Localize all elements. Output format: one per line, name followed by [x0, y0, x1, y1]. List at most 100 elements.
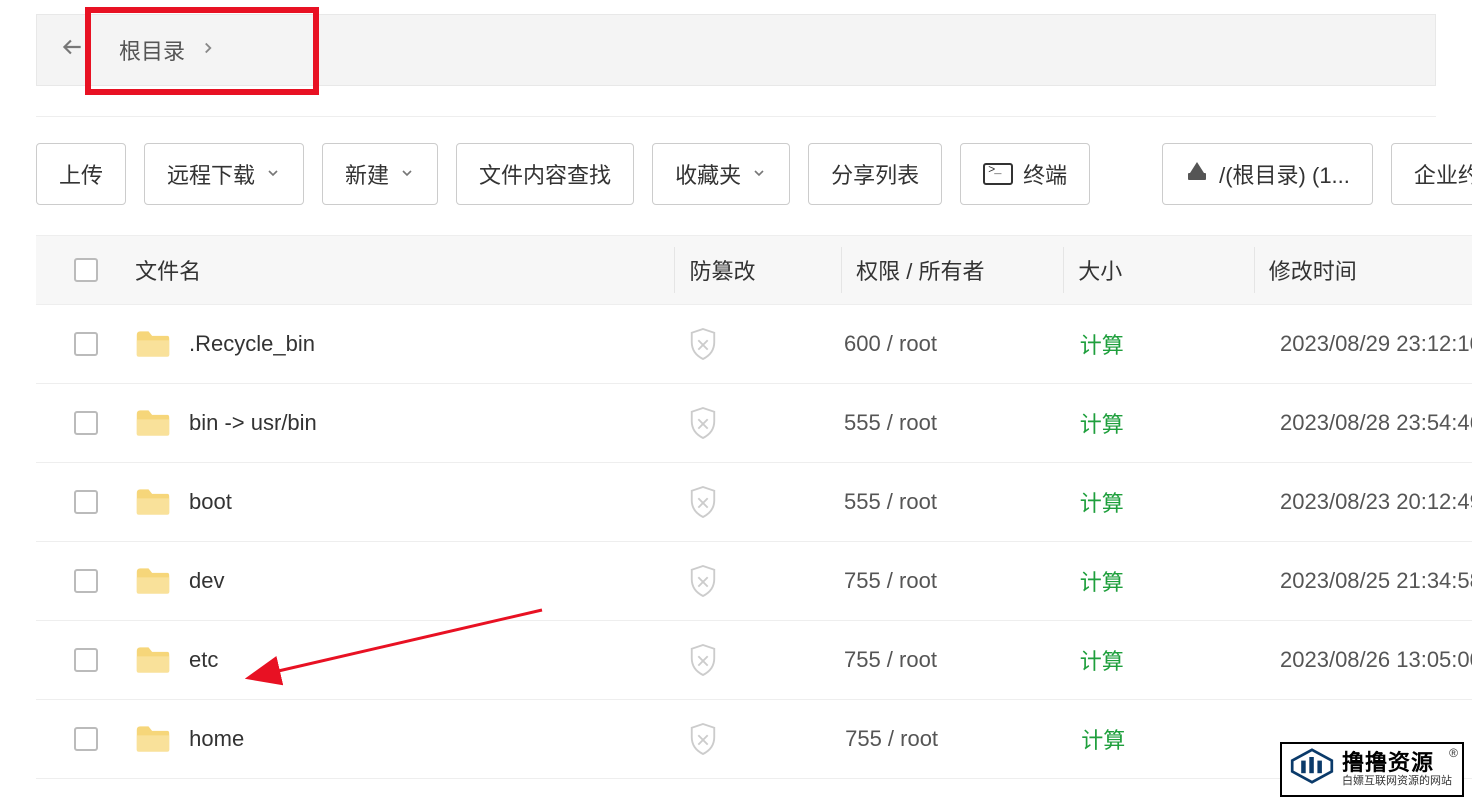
row-perm-cell[interactable]: 555 / root	[840, 489, 1062, 515]
row-size-cell: 计算	[1062, 486, 1252, 518]
table-row[interactable]: .Recycle_bin 600 / root 计算 2023/08/29 23…	[36, 305, 1472, 384]
row-mtime-cell: 2023/08/25 21:34:58	[1252, 568, 1472, 594]
row-size-cell: 计算	[1062, 644, 1252, 676]
header-mtime[interactable]: 修改时间	[1254, 247, 1472, 293]
row-perm-cell[interactable]: 755 / root	[840, 647, 1062, 673]
row-name-cell[interactable]: etc	[135, 645, 674, 675]
upload-button[interactable]: 上传	[36, 143, 126, 205]
shield-x-icon	[688, 485, 718, 519]
disk-selector-button[interactable]: /(根目录) (1...	[1162, 143, 1373, 205]
header-tamper[interactable]: 防篡改	[674, 247, 841, 293]
row-checkbox-cell	[36, 648, 135, 672]
compute-size-link[interactable]: 计算	[1081, 723, 1125, 755]
row-checkbox-cell	[36, 727, 135, 751]
compute-size-link[interactable]: 计算	[1080, 328, 1124, 360]
shield-x-icon	[688, 327, 718, 361]
row-checkbox[interactable]	[74, 569, 98, 593]
share-list-button[interactable]: 分享列表	[808, 143, 942, 205]
table-row[interactable]: bin -> usr/bin 555 / root 计算 2023/08/28 …	[36, 384, 1472, 463]
enterprise-label: 企业约	[1414, 158, 1472, 190]
compute-size-link[interactable]: 计算	[1080, 407, 1124, 439]
header-size[interactable]: 大小	[1063, 247, 1253, 293]
new-button[interactable]: 新建	[322, 143, 438, 205]
row-perm-cell[interactable]: 555 / root	[840, 410, 1062, 436]
header-filename[interactable]: 文件名	[135, 254, 674, 286]
folder-icon	[135, 408, 171, 438]
folder-icon	[135, 645, 171, 675]
divider	[36, 116, 1436, 117]
row-name-cell[interactable]: home	[135, 724, 674, 754]
row-checkbox[interactable]	[74, 727, 98, 751]
row-mtime-cell: 2023/08/23 20:12:49	[1252, 489, 1472, 515]
row-checkbox[interactable]	[74, 411, 98, 435]
row-checkbox-cell	[36, 411, 135, 435]
row-tamper-cell[interactable]	[674, 722, 841, 756]
table-row[interactable]: boot 555 / root 计算 2023/08/23 20:12:49	[36, 463, 1472, 542]
breadcrumb: 根目录	[36, 14, 1436, 86]
watermark-logo-icon	[1290, 748, 1334, 789]
file-table: 文件名 防篡改 权限 / 所有者 大小 修改时间 .Recycle_bin 60…	[36, 235, 1472, 779]
favorites-button[interactable]: 收藏夹	[652, 143, 790, 205]
row-checkbox[interactable]	[74, 332, 98, 356]
shield-x-icon	[688, 406, 718, 440]
breadcrumb-back-button[interactable]	[37, 15, 107, 85]
enterprise-button[interactable]: 企业约	[1391, 143, 1472, 205]
row-tamper-cell[interactable]	[674, 485, 840, 519]
compute-size-link[interactable]: 计算	[1080, 644, 1124, 676]
chevron-right-icon	[199, 37, 217, 63]
row-checkbox[interactable]	[74, 490, 98, 514]
watermark: ® 撸撸资源 白嫖互联网资源的网站	[1280, 742, 1464, 797]
row-tamper-cell[interactable]	[674, 406, 840, 440]
chevron-down-icon	[399, 165, 415, 184]
row-size-cell: 计算	[1063, 723, 1253, 755]
row-tamper-cell[interactable]	[674, 564, 840, 598]
row-filename: etc	[189, 647, 218, 673]
table-row[interactable]: dev 755 / root 计算 2023/08/25 21:34:58	[36, 542, 1472, 621]
select-all-checkbox[interactable]	[74, 258, 98, 282]
breadcrumb-root-label: 根目录	[119, 34, 185, 66]
table-header: 文件名 防篡改 权限 / 所有者 大小 修改时间	[36, 235, 1472, 305]
row-size-cell: 计算	[1062, 565, 1252, 597]
share-list-label: 分享列表	[831, 158, 919, 190]
folder-icon	[135, 329, 171, 359]
table-row[interactable]: home 755 / root 计算	[36, 700, 1472, 779]
row-mtime-cell: 2023/08/29 23:12:10	[1252, 331, 1472, 357]
upload-label: 上传	[59, 158, 103, 190]
row-tamper-cell[interactable]	[674, 643, 840, 677]
row-filename: boot	[189, 489, 232, 515]
remote-download-label: 远程下载	[167, 158, 255, 190]
chevron-down-icon	[265, 165, 281, 184]
row-name-cell[interactable]: dev	[135, 566, 674, 596]
row-size-cell: 计算	[1062, 328, 1252, 360]
compute-size-link[interactable]: 计算	[1080, 486, 1124, 518]
folder-icon	[135, 724, 171, 754]
terminal-label: 终端	[1023, 158, 1067, 190]
back-arrow-icon	[59, 34, 85, 67]
row-size-cell: 计算	[1062, 407, 1252, 439]
chevron-down-icon	[751, 165, 767, 184]
row-filename: .Recycle_bin	[189, 331, 315, 357]
row-filename: bin -> usr/bin	[189, 410, 317, 436]
compute-size-link[interactable]: 计算	[1080, 565, 1124, 597]
row-name-cell[interactable]: .Recycle_bin	[135, 329, 674, 359]
row-perm-cell[interactable]: 600 / root	[840, 331, 1062, 357]
row-mtime-cell: 2023/08/28 23:54:46	[1252, 410, 1472, 436]
row-perm-cell[interactable]: 755 / root	[841, 726, 1063, 752]
row-filename: home	[189, 726, 244, 752]
header-perm[interactable]: 权限 / 所有者	[841, 247, 1063, 293]
row-perm-cell[interactable]: 755 / root	[840, 568, 1062, 594]
folder-icon	[135, 487, 171, 517]
row-tamper-cell[interactable]	[674, 327, 840, 361]
favorites-label: 收藏夹	[675, 158, 741, 190]
row-name-cell[interactable]: boot	[135, 487, 674, 517]
row-name-cell[interactable]: bin -> usr/bin	[135, 408, 674, 438]
table-row[interactable]: etc 755 / root 计算 2023/08/26 13:05:00	[36, 621, 1472, 700]
remote-download-button[interactable]: 远程下载	[144, 143, 304, 205]
breadcrumb-root[interactable]: 根目录	[107, 15, 237, 85]
row-checkbox[interactable]	[74, 648, 98, 672]
find-content-button[interactable]: 文件内容查找	[456, 143, 634, 205]
terminal-button[interactable]: 终端	[960, 143, 1090, 205]
watermark-subtitle: 白嫖互联网资源的网站	[1342, 775, 1452, 788]
new-label: 新建	[345, 158, 389, 190]
folder-icon	[135, 566, 171, 596]
